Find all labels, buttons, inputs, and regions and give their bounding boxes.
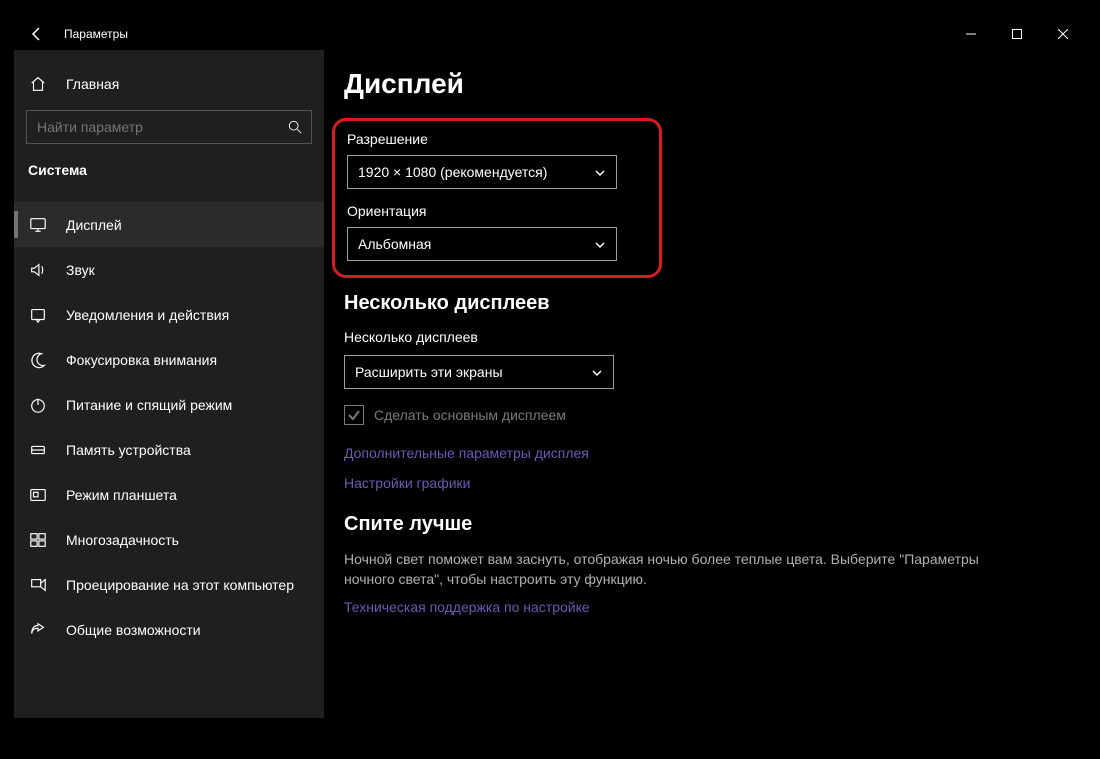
- sidebar-item-power[interactable]: Питание и спящий режим: [14, 382, 324, 427]
- chevron-down-icon: [594, 238, 606, 250]
- monitor-icon: [28, 215, 48, 235]
- multi-displays-dropdown[interactable]: Расширить эти экраны: [344, 355, 614, 389]
- sidebar-item-label: Общие возможности: [66, 622, 201, 638]
- sidebar-item-project[interactable]: Проецирование на этот компьютер: [14, 562, 324, 607]
- moon-icon: [28, 350, 48, 370]
- search-icon: [279, 111, 311, 143]
- close-button[interactable]: [1040, 18, 1086, 50]
- project-icon: [28, 575, 48, 595]
- sidebar-item-label: Дисплей: [66, 217, 122, 233]
- titlebar: Параметры: [14, 18, 1086, 50]
- sidebar-item-moon[interactable]: Фокусировка внимания: [14, 337, 324, 382]
- settings-window: Параметры Главная Система Дис: [14, 18, 1086, 718]
- storage-icon: [28, 440, 48, 460]
- sound-icon: [28, 260, 48, 280]
- orientation-dropdown[interactable]: Альбомная: [347, 227, 617, 261]
- resolution-label: Разрешение: [347, 131, 647, 147]
- sidebar-item-multi[interactable]: Многозадачность: [14, 517, 324, 562]
- graphics-settings-link[interactable]: Настройки графики: [344, 475, 1086, 491]
- share-icon: [28, 620, 48, 640]
- make-main-checkbox: Сделать основным дисплеем: [344, 405, 1086, 425]
- sidebar-item-share[interactable]: Общие возможности: [14, 607, 324, 652]
- sidebar-item-sound[interactable]: Звук: [14, 247, 324, 292]
- sidebar-item-notify[interactable]: Уведомления и действия: [14, 292, 324, 337]
- chevron-down-icon: [591, 366, 603, 378]
- maximize-button[interactable]: [994, 18, 1040, 50]
- sidebar-item-label: Режим планшета: [66, 487, 177, 503]
- minimize-button[interactable]: [948, 18, 994, 50]
- orientation-label: Ориентация: [347, 203, 647, 219]
- sidebar-item-label: Память устройства: [66, 442, 191, 458]
- back-button[interactable]: [14, 18, 60, 50]
- orientation-value: Альбомная: [358, 236, 431, 252]
- multi-icon: [28, 530, 48, 550]
- sidebar-item-label: Уведомления и действия: [66, 307, 229, 323]
- resolution-dropdown[interactable]: 1920 × 1080 (рекомендуется): [347, 155, 617, 189]
- sidebar-item-label: Фокусировка внимания: [66, 352, 217, 368]
- multi-displays-value: Расширить эти экраны: [355, 364, 503, 380]
- multi-displays-label: Несколько дисплеев: [344, 329, 1086, 345]
- home-button[interactable]: Главная: [14, 64, 324, 104]
- search-input[interactable]: [27, 119, 279, 135]
- close-icon: [1058, 29, 1068, 39]
- sidebar-item-storage[interactable]: Память устройства: [14, 427, 324, 472]
- home-label: Главная: [66, 76, 119, 92]
- sidebar-item-tablet[interactable]: Режим планшета: [14, 472, 324, 517]
- content-pane: Дисплей Разрешение 1920 × 1080 (рекоменд…: [324, 50, 1086, 718]
- sidebar-item-monitor[interactable]: Дисплей: [14, 202, 324, 247]
- page-title: Дисплей: [344, 68, 1086, 100]
- maximize-icon: [1012, 29, 1022, 39]
- chevron-down-icon: [594, 166, 606, 178]
- sidebar-item-label: Питание и спящий режим: [66, 397, 232, 413]
- advanced-display-link[interactable]: Дополнительные параметры дисплея: [344, 445, 1086, 461]
- resolution-value: 1920 × 1080 (рекомендуется): [358, 164, 547, 180]
- sidebar-item-label: Проецирование на этот компьютер: [66, 577, 294, 593]
- section-label: Система: [14, 162, 324, 194]
- sleep-description: Ночной свет поможет вам заснуть, отображ…: [344, 550, 1004, 589]
- make-main-label: Сделать основным дисплеем: [374, 407, 566, 423]
- nav-list: Дисплей Звук Уведомления и действия Фокусир…: [14, 202, 324, 652]
- notify-icon: [28, 305, 48, 325]
- sidebar-item-label: Звук: [66, 262, 95, 278]
- sleep-heading: Спите лучше: [344, 513, 1086, 536]
- tablet-icon: [28, 485, 48, 505]
- power-icon: [28, 395, 48, 415]
- search-box[interactable]: [26, 110, 312, 144]
- checkbox-icon: [344, 405, 364, 425]
- sidebar-item-label: Многозадачность: [66, 532, 179, 548]
- home-icon: [28, 74, 48, 94]
- support-link[interactable]: Техническая поддержка по настройке: [344, 599, 1086, 615]
- arrow-left-icon: [29, 26, 45, 42]
- highlighted-settings: Разрешение 1920 × 1080 (рекомендуется) О…: [332, 118, 662, 278]
- sidebar: Главная Система Дисплей Звук Уведомления и…: [14, 50, 324, 718]
- minimize-icon: [966, 29, 976, 39]
- multi-displays-heading: Несколько дисплеев: [344, 292, 1086, 315]
- app-title: Параметры: [64, 27, 128, 41]
